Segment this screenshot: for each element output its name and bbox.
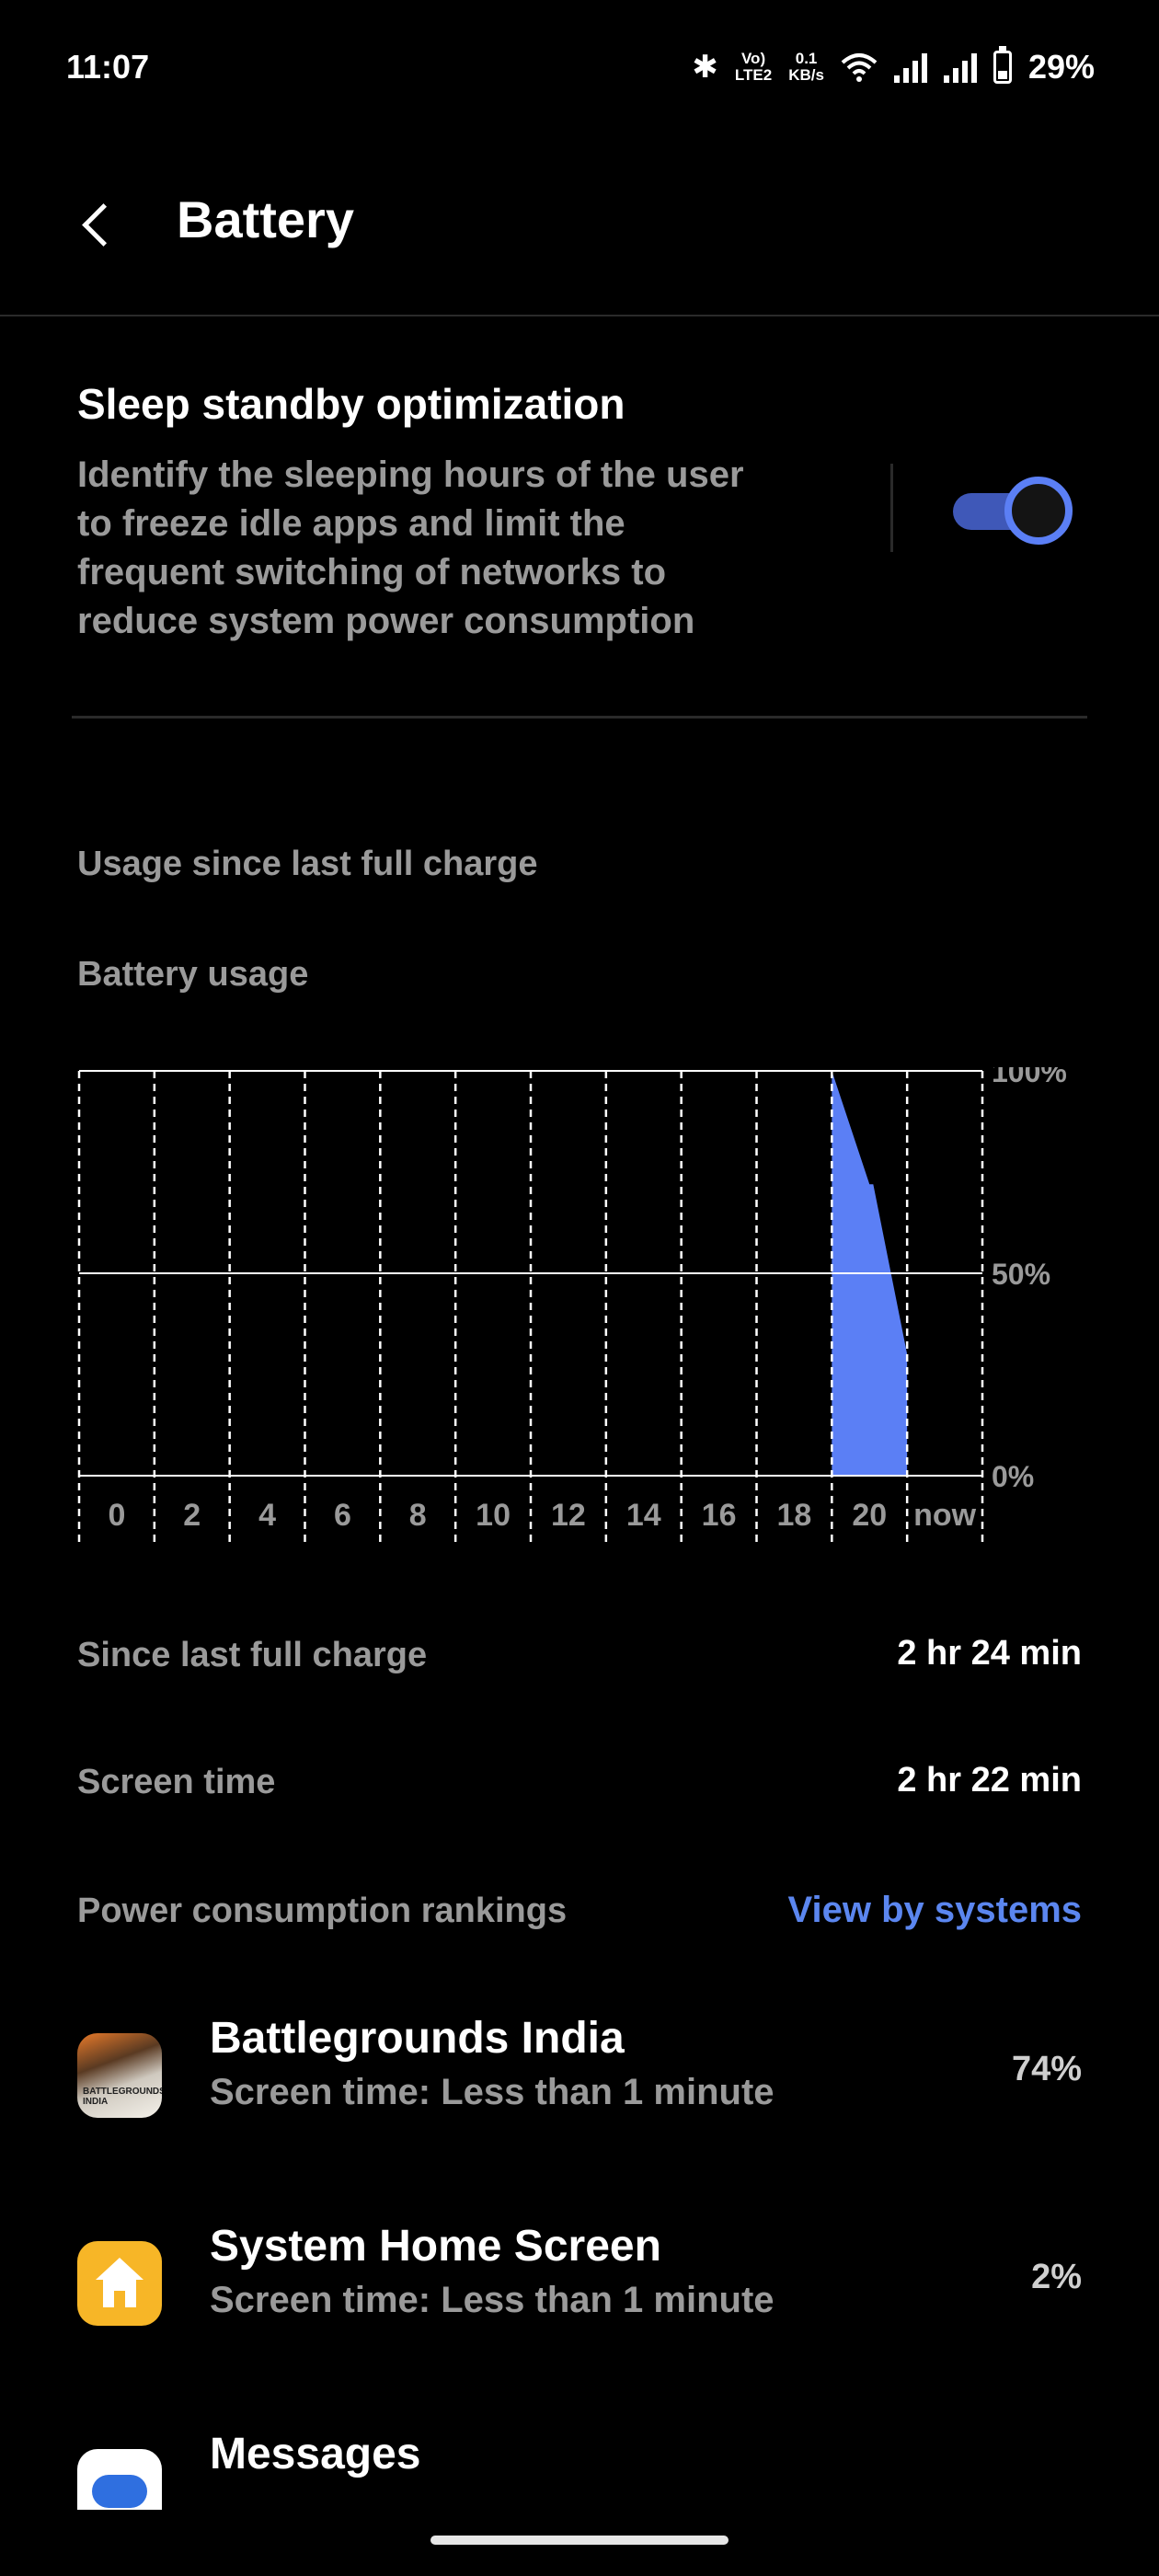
sleep-standby-description: Identify the sleeping hours of the user … bbox=[77, 454, 744, 641]
speed-unit: KB/s bbox=[788, 66, 824, 84]
x-tick-label: 2 bbox=[183, 1498, 201, 1533]
home-screen-app-icon bbox=[77, 2241, 162, 2326]
app-percent: 74% bbox=[1011, 2050, 1082, 2088]
x-tick-label: 20 bbox=[852, 1498, 887, 1533]
status-time: 11:07 bbox=[66, 48, 150, 86]
x-tick-label: 6 bbox=[334, 1498, 351, 1533]
home-indicator[interactable] bbox=[430, 2536, 729, 2545]
y-tick-label: 100% bbox=[992, 1067, 1067, 1088]
usage-since-label: Usage since last full charge bbox=[77, 845, 538, 883]
x-tick-label: 0 bbox=[108, 1498, 125, 1533]
speed-value: 0.1 bbox=[795, 50, 818, 67]
toggle-knob bbox=[1004, 477, 1073, 545]
x-tick-label: 14 bbox=[626, 1498, 661, 1533]
app-name: Messages bbox=[210, 2430, 421, 2478]
x-tick-label: now bbox=[913, 1498, 977, 1533]
vertical-divider bbox=[890, 464, 893, 552]
y-tick-label: 50% bbox=[992, 1258, 1050, 1291]
sleep-standby-toggle[interactable] bbox=[953, 475, 1073, 545]
since-full-charge-value: 2 hr 24 min bbox=[897, 1634, 1082, 1673]
app-header: Battery bbox=[0, 156, 1159, 316]
x-tick-label: 10 bbox=[476, 1498, 511, 1533]
battlegrounds-app-icon: BATTLEGROUNDS INDIA bbox=[77, 2033, 162, 2118]
app-name: Battlegrounds India bbox=[210, 2014, 625, 2063]
x-tick-label: 18 bbox=[777, 1498, 812, 1533]
app-screen-time: Screen time: Less than 1 minute bbox=[210, 2072, 775, 2112]
x-tick-label: 12 bbox=[551, 1498, 586, 1533]
battery-usage-chart: 0 2 4 6 8 10 12 14 16 18 20 now 100% 50% 0% bbox=[77, 1067, 1089, 1546]
signal-icon bbox=[893, 52, 927, 83]
app-screen-time: Screen time: Less than 1 minute bbox=[210, 2280, 775, 2320]
status-icons: ✱ Vo) LTE2 0.1 KB/s 29% bbox=[692, 46, 1095, 86]
page-title: Battery bbox=[177, 190, 354, 248]
since-full-charge-label: Since last full charge bbox=[77, 1636, 428, 1674]
screen-time-label: Screen time bbox=[77, 1763, 276, 1801]
rankings-label: Power consumption rankings bbox=[77, 1892, 568, 1930]
view-by-systems-link[interactable]: View by systems bbox=[788, 1890, 1082, 1931]
battlegrounds-icon-text: BATTLEGROUNDS INDIA bbox=[83, 2087, 162, 2107]
app-row-battlegrounds[interactable]: BATTLEGROUNDS INDIA Battlegrounds India … bbox=[77, 2013, 1082, 2160]
battery-usage-label: Battery usage bbox=[77, 955, 309, 994]
chart-svg: 0 2 4 6 8 10 12 14 16 18 20 now 100% 50% 0% bbox=[77, 1067, 1067, 1542]
screen-time-value: 2 hr 22 min bbox=[897, 1761, 1082, 1800]
app-percent: 2% bbox=[1031, 2258, 1082, 2296]
y-tick-label: 0% bbox=[992, 1460, 1034, 1493]
app-name: System Home Screen bbox=[210, 2222, 661, 2271]
volte-bottom-text: LTE2 bbox=[734, 66, 773, 84]
section-divider bbox=[72, 716, 1087, 719]
sleep-standby-title: Sleep standby optimization bbox=[77, 380, 625, 428]
app-row-home-screen[interactable]: System Home Screen Screen time: Less tha… bbox=[77, 2221, 1082, 2368]
sleep-standby-setting[interactable]: Sleep standby optimization Identify the … bbox=[77, 379, 1089, 646]
bluetooth-icon: ✱ bbox=[692, 50, 718, 85]
volte-icon: Vo) LTE2 bbox=[735, 51, 772, 84]
signal-icon bbox=[943, 52, 977, 83]
x-tick-label: 16 bbox=[702, 1498, 737, 1533]
back-arrow-icon[interactable] bbox=[75, 195, 121, 252]
battery-percent: 29% bbox=[1027, 48, 1095, 86]
network-speed: 0.1 KB/s bbox=[788, 51, 824, 84]
x-tick-label: 8 bbox=[409, 1498, 427, 1533]
wifi-icon bbox=[841, 53, 878, 82]
battery-icon bbox=[993, 46, 1012, 84]
status-bar: 11:07 ✱ Vo) LTE2 0.1 KB/s 29% bbox=[0, 0, 1159, 138]
x-tick-label: 4 bbox=[258, 1498, 276, 1533]
volte-top-text: Vo) bbox=[740, 50, 766, 67]
